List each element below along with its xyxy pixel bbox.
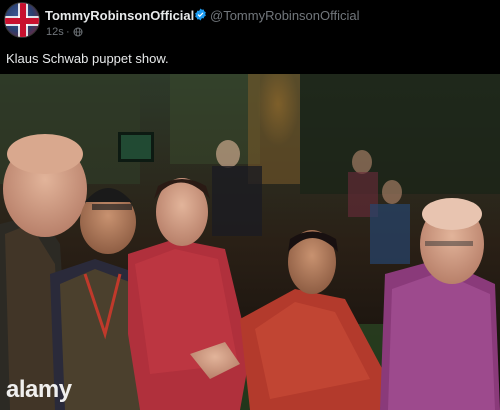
avatar[interactable] — [4, 2, 40, 38]
post-header: TommyRobinsonOfficial @TommyRobinsonOffi… — [0, 0, 500, 44]
verified-badge-icon — [195, 8, 206, 21]
post-photo[interactable]: alamy — [0, 74, 500, 410]
post-text: Klaus Schwab puppet show. — [6, 51, 169, 66]
watermark-logo: alamy — [6, 376, 72, 403]
display-name[interactable]: TommyRobinsonOfficial — [45, 8, 194, 23]
timestamp[interactable]: 12s — [46, 26, 64, 38]
separator: · — [66, 26, 70, 38]
photo-scene — [0, 74, 500, 410]
handle[interactable]: @TommyRobinsonOfficial — [210, 8, 360, 23]
globe-icon — [73, 27, 83, 37]
